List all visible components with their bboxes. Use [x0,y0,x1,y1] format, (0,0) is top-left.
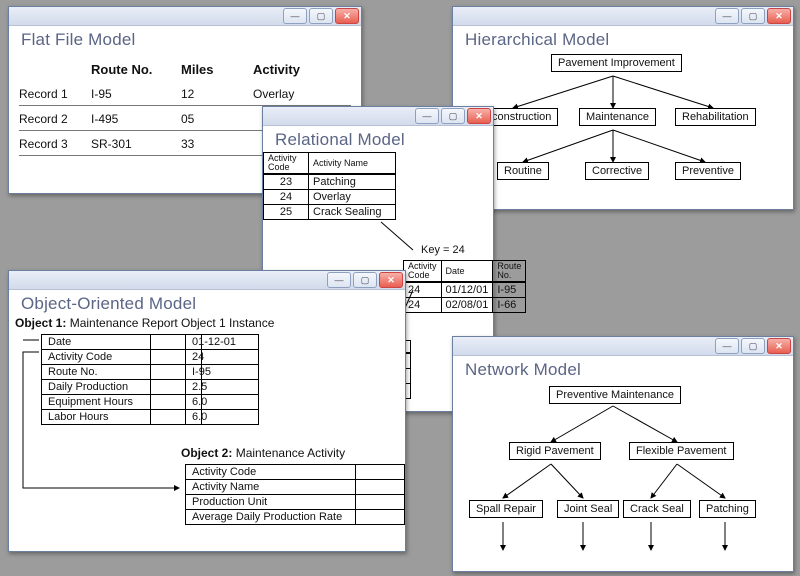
col-route: Route No. [91,62,181,77]
window-hierarchical: — ▢ ✕ Hierarchical Model Pavement Improv… [452,6,794,210]
node: Patching [699,500,756,518]
obj2-fields: Activity Code Activity Name Production U… [185,464,405,525]
maximize-icon[interactable]: ▢ [741,8,765,24]
maximize-icon[interactable]: ▢ [353,272,377,288]
window-oo: — ▢ ✕ Object-Oriented Model Object 1: Ma… [8,270,406,552]
maximize-icon[interactable]: ▢ [441,108,465,124]
network-diagram: Preventive Maintenance Rigid Pavement Fl… [453,382,793,576]
log-table: Activity CodeDateRoute No. 2401/12/01I-9… [403,260,526,313]
minimize-icon[interactable]: — [715,338,739,354]
maximize-icon[interactable]: ▢ [309,8,333,24]
titlebar: — ▢ ✕ [453,337,793,356]
col-activity: Activity [253,62,333,77]
activity-table: Activity CodeActivity Name 23Patching 24… [263,152,396,220]
titlebar: — ▢ ✕ [9,7,361,26]
obj1-fields: Date Activity Code Route No. Daily Produ… [41,334,202,425]
key-label: Key = 24 [421,244,465,256]
node: Corrective [585,162,649,180]
maximize-icon[interactable]: ▢ [741,338,765,354]
minimize-icon[interactable]: — [715,8,739,24]
node: Spall Repair [469,500,543,518]
titlebar: — ▢ ✕ [9,271,405,290]
node-root: Preventive Maintenance [549,386,681,404]
window-title: Relational Model [263,126,493,152]
node-root: Pavement Improvement [551,54,682,72]
window-title: Hierarchical Model [453,26,793,52]
close-icon[interactable]: ✕ [767,338,791,354]
titlebar: — ▢ ✕ [263,107,493,126]
window-title: Flat File Model [9,26,361,52]
node: Routine [497,162,549,180]
minimize-icon[interactable]: — [283,8,307,24]
hierarchy-diagram: Pavement Improvement Reconstruction Main… [453,52,793,216]
window-network: — ▢ ✕ Network Model Preventive Maintenan… [452,336,794,572]
node: Rehabilitation [675,108,756,126]
minimize-icon[interactable]: — [415,108,439,124]
node: Rigid Pavement [509,442,601,460]
instance-label: Object 1 Instance [181,316,274,330]
close-icon[interactable]: ✕ [767,8,791,24]
node: Flexible Pavement [629,442,734,460]
obj1-values: 01-12-01 24 I-95 2.5 6.0 6.0 [185,334,259,425]
node: Crack Seal [623,500,691,518]
window-title: Object-Oriented Model [9,290,405,316]
titlebar: — ▢ ✕ [453,7,793,26]
col-miles: Miles [181,62,253,77]
table-row: Record 1 I-95 12 Overlay [19,81,351,106]
close-icon[interactable]: ✕ [379,272,403,288]
window-title: Network Model [453,356,793,382]
close-icon[interactable]: ✕ [467,108,491,124]
node: Joint Seal [557,500,619,518]
oo-content: Object 1: Maintenance Report Object 1 In… [9,316,405,556]
node: Maintenance [579,108,656,126]
node: Preventive [675,162,741,180]
close-icon[interactable]: ✕ [335,8,359,24]
minimize-icon[interactable]: — [327,272,351,288]
